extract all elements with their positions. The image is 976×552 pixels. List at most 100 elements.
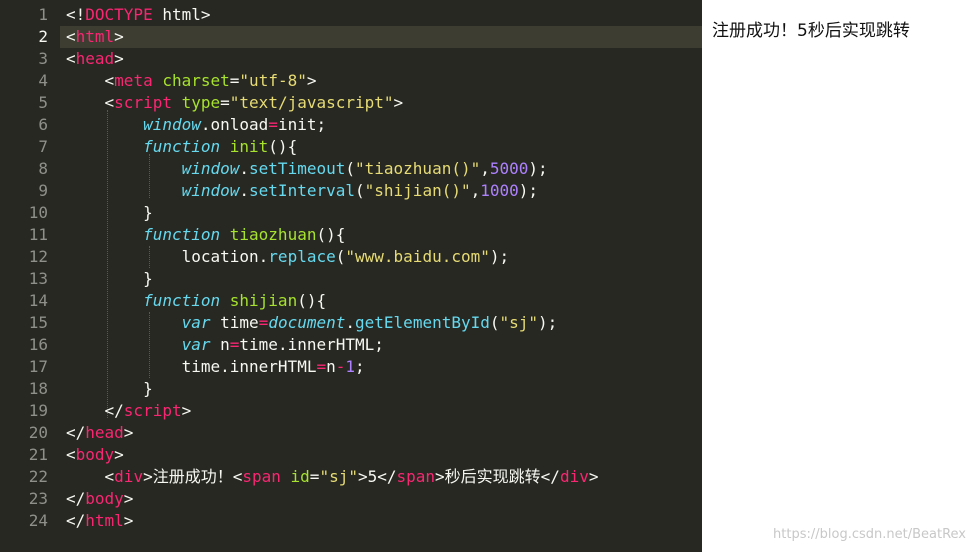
line-number: 17 bbox=[28, 357, 48, 376]
code-token: < bbox=[66, 445, 76, 464]
code-token: window bbox=[181, 181, 240, 200]
code-token: >5</ bbox=[357, 467, 397, 486]
code-line[interactable]: <body> bbox=[66, 444, 124, 466]
code-token: script bbox=[123, 401, 182, 420]
code-token: "sj" bbox=[499, 313, 539, 332]
line-number: 23 bbox=[28, 489, 48, 508]
code-line[interactable]: window.onload=init; bbox=[66, 114, 326, 136]
code-line[interactable]: </script> bbox=[66, 400, 192, 422]
code-token: ); bbox=[489, 247, 510, 266]
code-line[interactable]: function tiaozhuan(){ bbox=[66, 224, 345, 246]
code-token: ); bbox=[528, 159, 548, 178]
code-line[interactable]: <meta charset="utf-8"> bbox=[66, 70, 317, 92]
code-line[interactable]: } bbox=[66, 202, 153, 224]
line-number: 19 bbox=[28, 401, 48, 420]
code-token: = bbox=[229, 335, 240, 354]
code-token: > bbox=[181, 401, 192, 420]
code-token: html> bbox=[152, 5, 211, 24]
code-token: replace bbox=[268, 247, 336, 266]
code-token: html bbox=[85, 511, 124, 530]
code-token: > bbox=[123, 423, 134, 442]
code-line[interactable]: <script type="text/javascript"> bbox=[66, 92, 404, 114]
code-line[interactable]: } bbox=[66, 378, 153, 400]
code-token: > bbox=[123, 511, 134, 530]
code-line[interactable]: </body> bbox=[66, 488, 133, 510]
code-token: document bbox=[268, 313, 346, 332]
code-line[interactable]: window.setTimeout("tiaozhuan()",5000); bbox=[66, 158, 548, 180]
code-token: window bbox=[143, 115, 201, 134]
code-token: >注册成功！< bbox=[143, 467, 243, 486]
code-line[interactable]: var time=document.getElementById("sj"); bbox=[66, 312, 558, 334]
code-token: body bbox=[85, 489, 124, 508]
code-line[interactable]: function shijian(){ bbox=[66, 290, 326, 312]
code-token: > bbox=[114, 27, 124, 46]
code-token: id bbox=[290, 467, 310, 486]
code-token: >秒后实现跳转</ bbox=[435, 467, 560, 486]
code-line[interactable]: function init(){ bbox=[66, 136, 297, 158]
code-token: head bbox=[75, 49, 115, 68]
line-number: 6 bbox=[38, 115, 48, 134]
code-token: } bbox=[66, 203, 153, 222]
code-token: <! bbox=[66, 5, 86, 24]
code-line[interactable]: } bbox=[66, 268, 153, 290]
code-line[interactable]: window.setInterval("shijian()",1000); bbox=[66, 180, 538, 202]
code-token: 1000 bbox=[480, 181, 519, 200]
code-token: </ bbox=[66, 489, 86, 508]
code-line[interactable]: <!DOCTYPE html> bbox=[66, 4, 211, 26]
code-line[interactable]: time.innerHTML=n-1; bbox=[66, 356, 365, 378]
code-token: = bbox=[229, 71, 240, 90]
code-token: "shijian()" bbox=[364, 181, 471, 200]
code-token: tiaozhuan bbox=[229, 225, 317, 244]
code-token: init bbox=[229, 137, 269, 156]
code-line[interactable]: <head> bbox=[66, 48, 124, 70]
code-token: . bbox=[239, 181, 250, 200]
code-line[interactable]: var n=time.innerHTML; bbox=[66, 334, 384, 356]
code-token: var bbox=[181, 313, 211, 332]
code-token: < bbox=[66, 49, 76, 68]
code-token: span bbox=[242, 467, 281, 486]
code-token: getElementById bbox=[355, 313, 490, 332]
code-token: = bbox=[316, 357, 327, 376]
code-token: ( bbox=[355, 181, 365, 200]
code-token: DOCTYPE bbox=[85, 5, 153, 24]
line-number: 13 bbox=[28, 269, 48, 288]
code-token: "www.baidu.com" bbox=[345, 247, 490, 266]
code-token: , bbox=[470, 181, 481, 200]
code-token: div bbox=[559, 467, 589, 486]
code-token: meta bbox=[114, 71, 153, 90]
code-token: time bbox=[210, 313, 259, 332]
code-editor[interactable]: 1 2 3 4 5 6 7 8 9 10 11 12 13 14 15 16 17 18 19 20 21 22 23 24 … bbox=[0, 0, 702, 552]
code-line[interactable]: <html> bbox=[66, 26, 124, 48]
code-token: </ bbox=[66, 401, 124, 420]
code-token: < bbox=[66, 27, 76, 46]
code-token: < bbox=[66, 467, 115, 486]
code-token: n bbox=[210, 335, 230, 354]
code-token: window bbox=[181, 159, 240, 178]
code-token: function bbox=[143, 291, 221, 310]
line-number: 24 bbox=[28, 511, 48, 530]
code-token: html bbox=[75, 27, 115, 46]
line-number: 5 bbox=[38, 93, 48, 112]
line-number: 16 bbox=[28, 335, 48, 354]
code-token: . bbox=[345, 313, 356, 332]
code-line[interactable]: location.replace("www.baidu.com"); bbox=[66, 246, 510, 268]
watermark: https://blog.csdn.net/BeatRex bbox=[773, 527, 966, 542]
code-token: setInterval bbox=[249, 181, 355, 200]
line-number: 18 bbox=[28, 379, 48, 398]
code-line[interactable]: </head> bbox=[66, 422, 133, 444]
line-number: 9 bbox=[38, 181, 48, 200]
code-token: > bbox=[114, 445, 124, 464]
code-token: </ bbox=[66, 423, 86, 442]
code-token: . bbox=[239, 159, 250, 178]
code-line[interactable]: </html> bbox=[66, 510, 133, 532]
code-token: } bbox=[66, 269, 153, 288]
code-token: body bbox=[75, 445, 115, 464]
code-token: (){ bbox=[297, 291, 327, 310]
code-token: ( bbox=[345, 159, 355, 178]
code-line[interactable]: <div>注册成功！<span id="sj">5</span>秒后实现跳转</… bbox=[66, 466, 599, 488]
code-token: = bbox=[220, 93, 230, 112]
